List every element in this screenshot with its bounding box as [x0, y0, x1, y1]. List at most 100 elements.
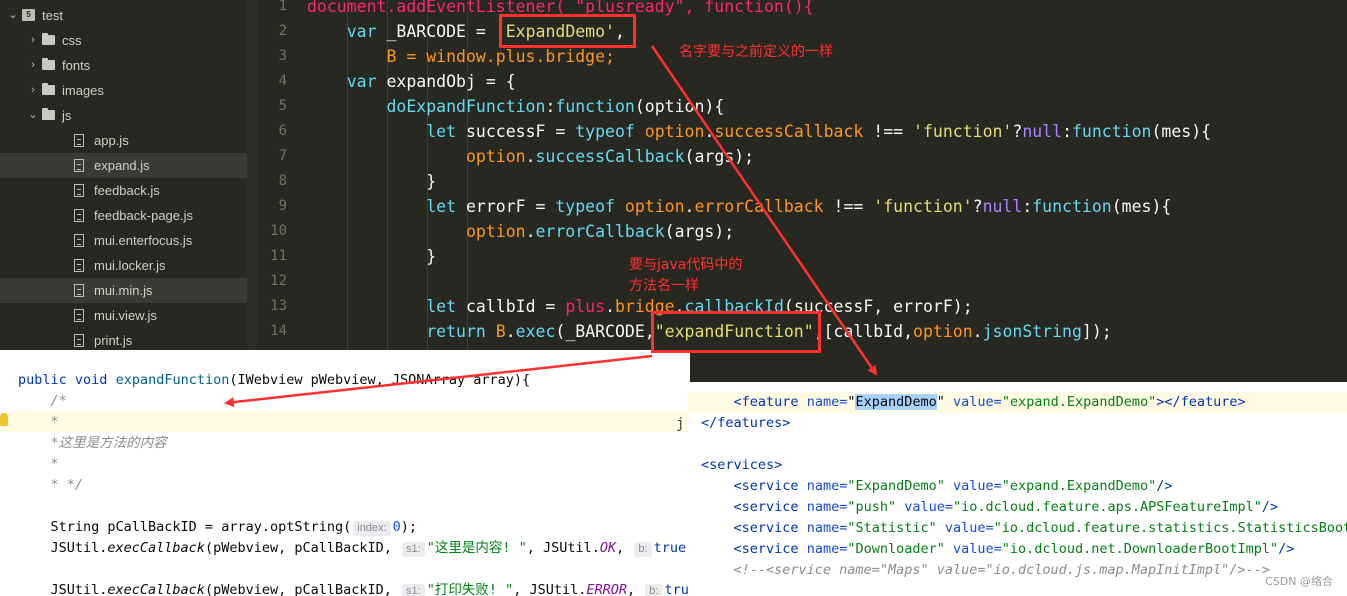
code-token: value=: [944, 520, 994, 536]
code-token: "io.dcloud.feature.statistics.Statistics…: [993, 520, 1347, 536]
code-token: option: [644, 122, 705, 141]
code-token: function: [1032, 197, 1112, 216]
folder-icon: [42, 83, 55, 96]
code-token: }: [307, 172, 437, 191]
code-line[interactable]: 9 let errorF = typeof option.errorCallba…: [257, 194, 1347, 219]
code-token: * */: [18, 477, 84, 493]
code-token: .: [525, 147, 536, 166]
code-token: *这里是方法的内容: [18, 435, 167, 451]
file-icon: [74, 259, 86, 272]
code-token: :: [1022, 197, 1033, 216]
parameter-hint: s1:: [402, 542, 425, 557]
chevron-down-icon[interactable]: ⌄: [8, 3, 18, 28]
code-line: </features>: [701, 413, 790, 434]
tree-item-label: fonts: [62, 58, 91, 73]
file-item[interactable]: feedback-page.js: [0, 203, 247, 228]
file-item[interactable]: mui.min.js: [0, 278, 247, 303]
code-token: (args);: [664, 222, 735, 241]
file-item[interactable]: feedback.js: [0, 178, 247, 203]
code-line[interactable]: 7 option.successCallback(args);: [257, 144, 1347, 169]
file-icon: [74, 309, 86, 322]
code-text: }: [307, 244, 436, 269]
line-number: 12: [270, 273, 287, 289]
code-token: <feature: [733, 394, 799, 410]
code-line[interactable]: 6 let successF = typeof option.successCa…: [257, 119, 1347, 144]
tree-item-label: css: [62, 33, 82, 48]
code-token: ,: [627, 582, 644, 596]
parameter-hint: s1:: [402, 584, 425, 596]
file-item[interactable]: expand.js: [0, 153, 247, 178]
code-token: JSUtil.: [18, 582, 108, 596]
code-token: 'function': [913, 122, 1013, 141]
file-item[interactable]: mui.enterfocus.js: [0, 228, 247, 253]
code-line[interactable]: 5 doExpandFunction:function(option){: [257, 94, 1347, 119]
code-line: <service name="push" value="io.dcloud.fe…: [701, 497, 1279, 518]
code-token: typeof: [555, 197, 615, 216]
code-token: 'function': [873, 197, 973, 216]
code-line[interactable]: 4 var expandObj = {: [257, 69, 1347, 94]
code-token: doExpandFunction: [386, 97, 546, 116]
file-item[interactable]: app.js: [0, 128, 247, 153]
code-token: typeof: [575, 122, 635, 141]
folder-item[interactable]: › fonts: [0, 53, 247, 78]
code-token: "expand.ExpandDemo": [1001, 478, 1157, 494]
file-item[interactable]: print.js: [0, 328, 247, 350]
code-token: function: [555, 97, 635, 116]
code-token: callbId =: [456, 297, 566, 316]
code-token: .: [684, 197, 695, 216]
folder-item[interactable]: ⌄ js: [0, 103, 247, 128]
chevron-right-icon[interactable]: ›: [28, 53, 38, 78]
code-token: <service: [733, 520, 799, 536]
code-text: let successF = typeof option.successCall…: [307, 119, 1211, 144]
chevron-right-icon[interactable]: ›: [28, 28, 38, 53]
folder-item[interactable]: › images: [0, 78, 247, 103]
code-line: <feature name="ExpandDemo" value="expand…: [701, 392, 1246, 413]
code-token: expandObj = {: [376, 72, 516, 91]
parameter-hint: b:: [645, 584, 663, 596]
tree-item-label: feedback-page.js: [94, 208, 194, 223]
project-root[interactable]: ⌄ 5 test: [0, 3, 247, 28]
chevron-down-icon[interactable]: ⌄: [28, 103, 38, 128]
code-token: "ExpandDemo": [847, 478, 945, 494]
code-line[interactable]: 12: [257, 269, 1347, 294]
code-line: <!--<service name="Maps" value="io.dclou…: [701, 560, 1270, 581]
tree-item-label: expand.js: [94, 158, 150, 173]
tree-item-label: images: [62, 83, 104, 98]
code-token: name=: [806, 394, 848, 410]
code-token: (pWebview, pCallBackID,: [204, 540, 401, 556]
code-token: <service: [733, 541, 799, 557]
code-line[interactable]: 1 document.addEventListener( "plusready",…: [257, 0, 1347, 19]
file-icon: [74, 134, 86, 147]
file-icon: [74, 159, 86, 172]
code-token: <!--<service name="Maps" value="io.dclou…: [733, 562, 1270, 578]
code-line[interactable]: 2 var _BARCODE = 'ExpandDemo',: [257, 19, 1347, 44]
code-token: return: [426, 322, 486, 341]
lightbulb-icon[interactable]: [0, 413, 8, 426]
code-line[interactable]: 8 }: [257, 169, 1347, 194]
code-line[interactable]: 10 option.errorCallback(args);: [257, 219, 1347, 244]
code-line: JSUtil.execCallback(pWebview, pCallBackI…: [18, 538, 686, 559]
code-token: <service: [733, 478, 799, 494]
parameter-hint: b:: [634, 542, 652, 557]
tree-item-label: mui.locker.js: [94, 258, 166, 273]
code-token: !==: [823, 197, 874, 216]
code-token: true: [653, 540, 687, 556]
code-token: function: [1072, 122, 1152, 141]
folder-item[interactable]: › css: [0, 28, 247, 53]
watermark: CSDN @络合: [1265, 575, 1333, 588]
file-item[interactable]: mui.view.js: [0, 303, 247, 328]
chevron-right-icon[interactable]: ›: [28, 78, 38, 103]
folder-icon: [42, 108, 55, 121]
code-token: ,[callbId,: [813, 322, 914, 341]
code-token: , JSUtil.: [526, 540, 600, 556]
line-number: 13: [270, 298, 287, 314]
code-token: ]);: [1081, 322, 1112, 341]
code-line[interactable]: 11 }: [257, 244, 1347, 269]
file-item[interactable]: mui.locker.js: [0, 253, 247, 278]
project-explorer: ⌄ 5 test › css › fonts › images ⌄ js app.js expand.j…: [0, 0, 247, 350]
code-line: JSUtil.execCallback(pWebview, pCallBackI…: [18, 580, 690, 596]
